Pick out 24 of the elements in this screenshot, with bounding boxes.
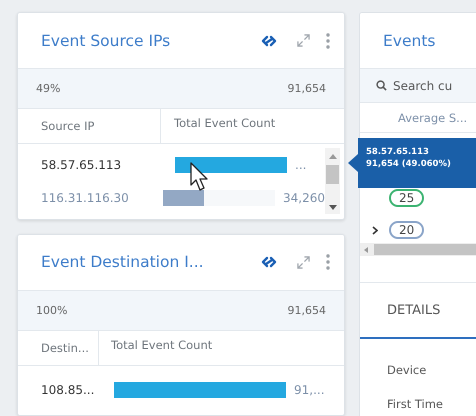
ip-address: 108.85... <box>40 382 96 397</box>
panel-title: Event Source IPs <box>41 32 172 50</box>
details-tab[interactable]: DETAILS <box>387 302 440 318</box>
column-header[interactable]: Total Event Count <box>99 330 212 365</box>
total-count: 91,654 <box>288 82 326 95</box>
count-value: 34,260 <box>282 190 325 204</box>
tooltip-text: 91,654 (49.060%) <box>366 159 452 169</box>
ip-address: 116.31.116.30 <box>40 190 130 204</box>
column-header[interactable]: Total Event Count <box>161 109 276 143</box>
count-pill: 20 <box>389 221 424 239</box>
panel-title: Event Destination I... <box>41 253 205 272</box>
field-label: First Time <box>387 397 444 411</box>
percent-text: 49% <box>36 82 60 95</box>
column-header[interactable]: Source IP <box>18 109 161 143</box>
column-header[interactable]: Average S... <box>398 110 468 124</box>
panel-title: Events <box>383 32 436 50</box>
field-label: Device <box>387 363 428 377</box>
total-count: 91,654 <box>288 304 326 317</box>
tooltip-text: 58.57.65.113 <box>366 147 430 157</box>
count-value: ... <box>294 158 306 172</box>
count-value: 91,... <box>293 382 325 397</box>
ip-address: 58.57.65.113 <box>40 158 122 172</box>
column-header[interactable]: Destin... <box>18 330 99 365</box>
percent-text: 100% <box>36 304 68 317</box>
